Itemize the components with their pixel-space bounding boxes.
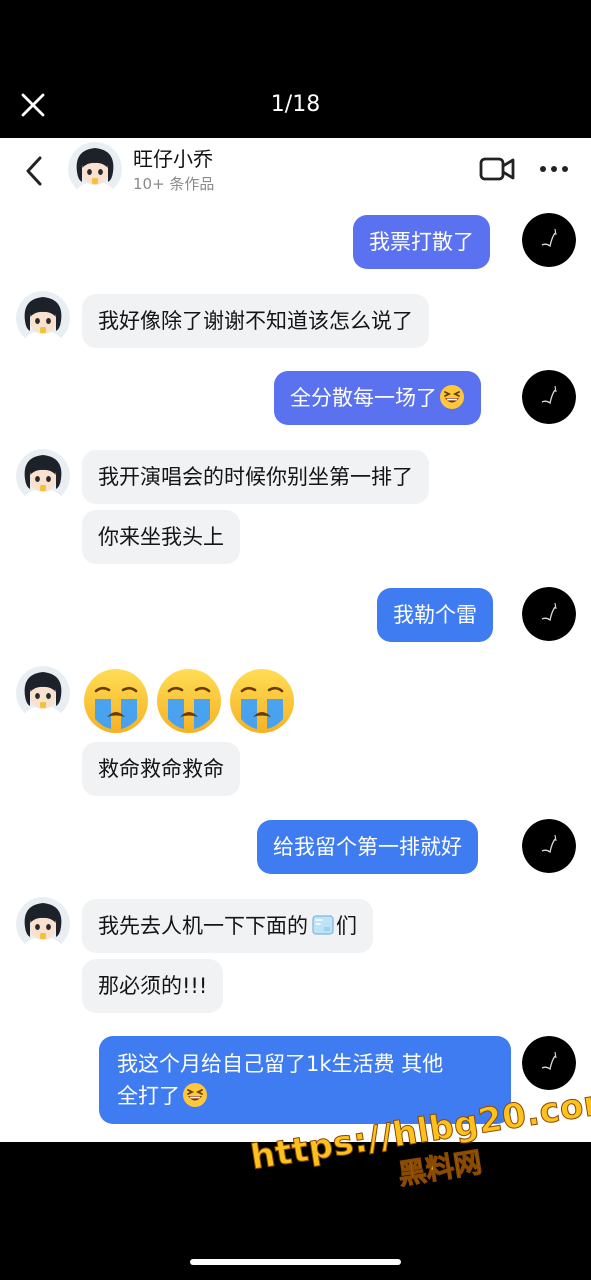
loudly-crying-emoji: [228, 667, 296, 735]
message-text: 那必须的!!!: [98, 974, 208, 998]
ice-cube-emoji: [310, 912, 336, 938]
contact-avatar[interactable]: [16, 666, 70, 720]
chat-header: 旺仔小乔 10+ 条作品: [0, 138, 591, 204]
back-arrow-icon[interactable]: [22, 154, 46, 188]
message-text: 我票打散了: [369, 230, 474, 254]
message-bubble-in[interactable]: 那必须的!!!: [82, 959, 224, 1013]
contact-name[interactable]: 旺仔小乔: [133, 146, 213, 172]
message-bubble-out[interactable]: 我票打散了: [353, 215, 490, 269]
page-counter: 1/18: [270, 92, 321, 117]
message-bubble-out[interactable]: 给我留个第一排就好: [257, 820, 478, 874]
chat-screenshot: 旺仔小乔 10+ 条作品 我票打散了 我好像除了谢谢不知道该怎么说了 全分散每一…: [0, 138, 591, 1142]
message-bubble-out[interactable]: 我勒个雷: [377, 588, 493, 642]
contact-avatar[interactable]: [68, 142, 122, 196]
message-bubble-in[interactable]: 我好像除了谢谢不知道该怎么说了: [82, 294, 429, 348]
message-text: 救命救命救命: [98, 757, 224, 781]
message-text: 全分散每一场了: [290, 386, 437, 410]
grin-sweat-emoji: [182, 1082, 208, 1108]
my-avatar[interactable]: [522, 819, 576, 873]
contact-avatar[interactable]: [16, 291, 70, 345]
video-camera-icon[interactable]: [478, 154, 516, 184]
grin-sweat-emoji: [439, 384, 465, 410]
message-text: 我先去人机一下下面的: [98, 914, 308, 938]
message-text: 我勒个雷: [393, 603, 477, 627]
my-avatar[interactable]: [522, 370, 576, 424]
message-bubble-in[interactable]: 救命救命救命: [82, 742, 240, 796]
my-avatar[interactable]: [522, 587, 576, 641]
message-bubble-in[interactable]: 我开演唱会的时候你别坐第一排了: [82, 450, 429, 504]
contact-avatar[interactable]: [16, 897, 70, 951]
message-text: 全打了: [117, 1084, 180, 1108]
loudly-crying-emoji: [82, 667, 150, 735]
my-avatar[interactable]: [522, 213, 576, 267]
image-viewer-top-bar: 1/18: [0, 0, 591, 138]
message-text: 给我留个第一排就好: [273, 835, 462, 859]
home-indicator: [190, 1259, 401, 1265]
message-bubble-out[interactable]: 全分散每一场了: [274, 371, 481, 425]
more-dots-icon[interactable]: [538, 156, 570, 182]
message-text: 们: [336, 914, 357, 938]
message-text: 你来坐我头上: [98, 525, 224, 549]
message-text: 我开演唱会的时候你别坐第一排了: [98, 465, 413, 489]
message-bubble-in[interactable]: 我先去人机一下下面的 们: [82, 899, 373, 953]
loudly-crying-emoji: [155, 667, 223, 735]
message-text: 我好像除了谢谢不知道该怎么说了: [98, 309, 413, 333]
message-bubble-in[interactable]: 你来坐我头上: [82, 510, 240, 564]
my-avatar[interactable]: [522, 1036, 576, 1090]
contact-works-count: 10+ 条作品: [133, 175, 215, 193]
message-text: 我这个月给自己留了1k生活费 其他: [117, 1052, 444, 1076]
contact-avatar[interactable]: [16, 449, 70, 503]
